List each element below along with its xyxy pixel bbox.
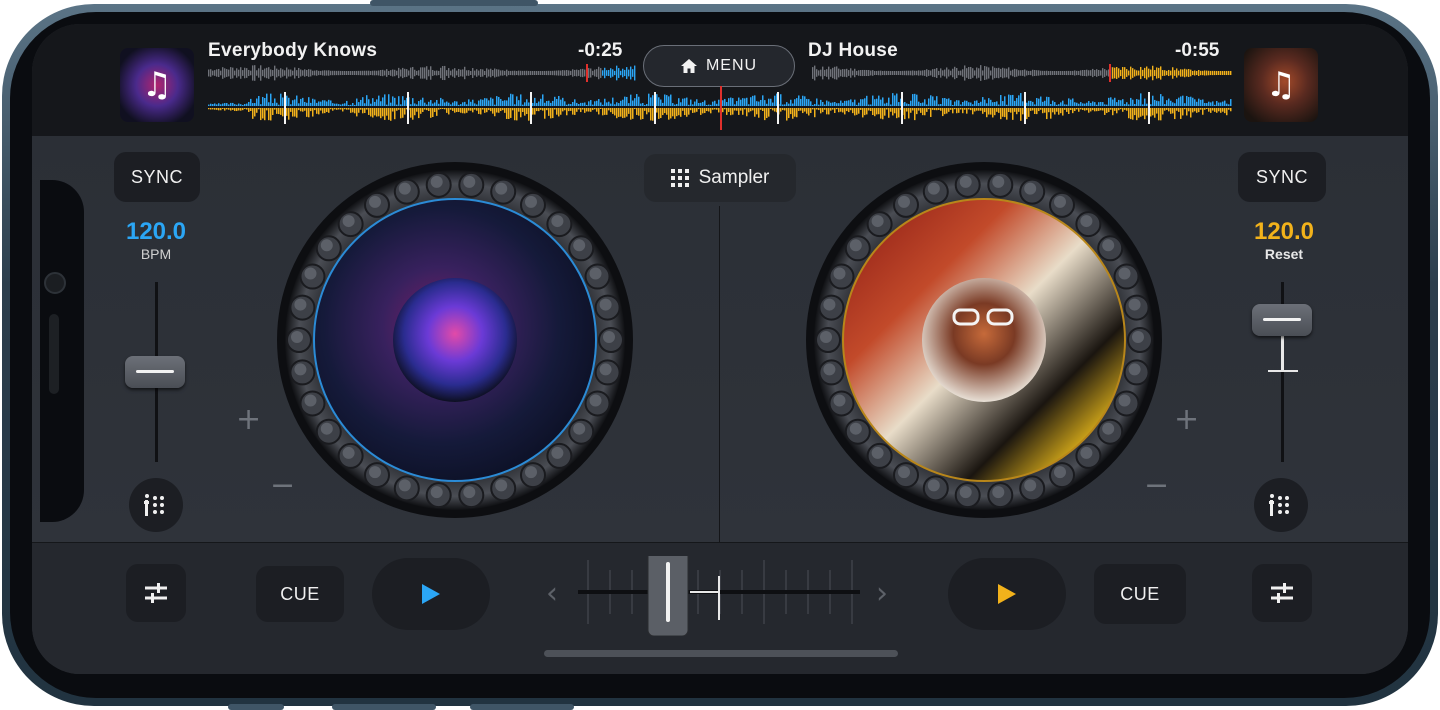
home-indicator[interactable]	[544, 650, 898, 657]
left-sync-button[interactable]: SYNC	[114, 152, 200, 202]
phone-notch	[40, 180, 84, 522]
phone-side-button-bottom-3	[470, 704, 574, 710]
left-cue-label: CUE	[280, 583, 320, 604]
left-bpm-label: BPM	[140, 246, 172, 262]
right-mini-waveform[interactable]	[812, 64, 1232, 82]
right-pitch-center-mark	[1268, 370, 1298, 372]
left-turntable[interactable]	[275, 160, 635, 520]
home-icon	[680, 59, 697, 73]
menu-label: MENU	[705, 57, 758, 74]
right-sync-button[interactable]: SYNC	[1238, 152, 1326, 202]
camera-dot	[44, 272, 66, 294]
left-pitch-fader[interactable]	[125, 356, 185, 388]
left-sync-label: SYNC	[130, 166, 183, 187]
left-cue-button[interactable]: CUE	[256, 566, 344, 622]
right-mixer-button[interactable]	[1252, 564, 1312, 622]
right-cue-button[interactable]: CUE	[1094, 564, 1186, 624]
left-bpm-value: 120.0	[125, 218, 187, 245]
left-track-time: -0:25	[578, 40, 623, 61]
crossfader[interactable]	[578, 556, 864, 636]
right-play-button[interactable]	[948, 558, 1066, 630]
left-mini-waveform[interactable]	[208, 64, 636, 82]
right-track-time: -0:55	[1175, 40, 1220, 61]
right-deck-album-art[interactable]: ♫	[1244, 48, 1318, 122]
menu-button[interactable]: MENU	[643, 45, 795, 87]
right-eq-button[interactable]	[1254, 478, 1308, 532]
right-pitch-fader[interactable]	[1252, 304, 1312, 336]
grid-icon	[670, 169, 689, 187]
eq-grid-icon	[1269, 494, 1289, 516]
music-note-icon: ♫	[141, 65, 173, 105]
right-bpm-reset[interactable]: Reset	[1224, 246, 1344, 262]
music-note-icon: ♫	[1265, 65, 1297, 105]
play-icon	[422, 584, 440, 604]
left-deck-album-art[interactable]: ♫	[120, 48, 194, 122]
right-pitch-plus-icon[interactable]: +	[1174, 402, 1199, 437]
right-record-label	[922, 278, 1046, 402]
right-turntable[interactable]	[804, 160, 1164, 520]
crossfader-left-chevron-icon[interactable]: ‹	[546, 576, 558, 611]
phone-side-button-bottom-2	[332, 704, 436, 710]
phone-side-button-bottom-1	[228, 704, 284, 710]
sampler-button[interactable]: Sampler	[644, 154, 796, 202]
left-track-title: Everybody Knows	[208, 40, 378, 61]
sensor-pill	[49, 314, 59, 394]
sampler-label: Sampler	[698, 167, 770, 188]
left-pitch-plus-icon[interactable]: +	[236, 402, 261, 437]
left-play-button[interactable]	[372, 558, 490, 630]
right-pitch-offset	[1281, 334, 1284, 370]
left-eq-button[interactable]	[129, 478, 183, 532]
sliders-icon	[145, 583, 167, 603]
phone-side-button-top	[370, 0, 538, 6]
right-track-title: DJ House	[808, 40, 899, 61]
crossfader-right-chevron-icon[interactable]: ›	[876, 576, 888, 611]
dj-app-screen: ♫ ♫ Everybody Knows -0:25 DJ House -0:55…	[32, 24, 1408, 674]
right-cue-label: CUE	[1120, 583, 1160, 604]
right-pitch-minus-icon[interactable]: −	[1144, 468, 1169, 503]
top-bar: ♫ ♫ Everybody Knows -0:25 DJ House -0:55…	[32, 24, 1408, 136]
right-sync-label: SYNC	[1255, 166, 1308, 187]
left-mixer-button[interactable]	[126, 564, 186, 622]
eq-grid-icon	[144, 494, 164, 516]
overview-waveform[interactable]	[208, 86, 1232, 130]
center-divider	[719, 206, 720, 542]
sliders-icon	[1271, 583, 1293, 603]
play-icon	[998, 584, 1016, 604]
left-record-label	[393, 278, 517, 402]
right-bpm-value: 120.0	[1253, 218, 1315, 245]
